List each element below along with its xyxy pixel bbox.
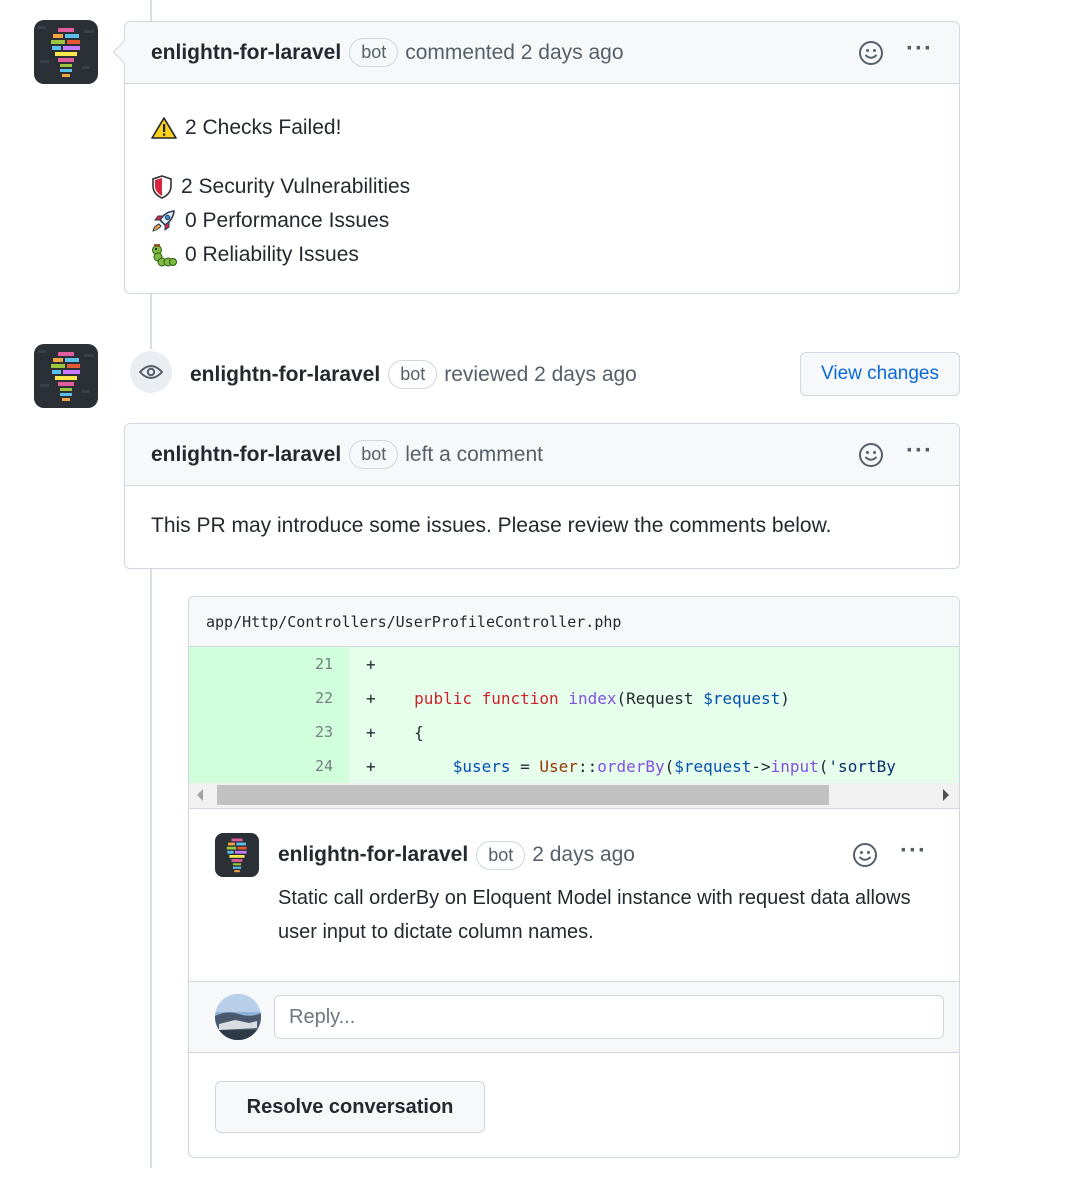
bot-avatar[interactable]: [34, 20, 98, 84]
thread-comment-text: Static call orderBy on Eloquent Model in…: [278, 887, 911, 943]
comment-author[interactable]: enlightn-for-laravel: [151, 443, 341, 467]
reliability-issues-text: 0 Reliability Issues: [185, 243, 359, 266]
diff-line: 22 + public function index(Request $requ…: [189, 681, 959, 715]
more-options-icon[interactable]: ···: [900, 839, 927, 863]
add-reaction-icon[interactable]: [858, 40, 884, 66]
comment-timestamp[interactable]: 2 days ago: [532, 843, 635, 867]
reply-row: [189, 981, 959, 1053]
resolve-conversation-button[interactable]: Resolve conversation: [215, 1081, 485, 1133]
reply-input[interactable]: [274, 995, 944, 1039]
review-timestamp[interactable]: reviewed 2 days ago: [444, 363, 637, 387]
file-path-header: app/Http/Controllers/UserProfileControll…: [189, 597, 959, 647]
diff-line: 21 +: [189, 647, 959, 681]
comment-author[interactable]: enlightn-for-laravel: [151, 41, 341, 65]
code-content: + {: [366, 722, 424, 742]
bot-avatar[interactable]: [215, 833, 259, 877]
diff-sign: +: [366, 654, 376, 674]
bot-badge: bot: [349, 440, 399, 469]
bot-avatar[interactable]: [34, 344, 98, 408]
comment-action: left a comment: [405, 442, 543, 466]
diff-line: 23 + {: [189, 715, 959, 749]
comment-author[interactable]: enlightn-for-laravel: [278, 843, 468, 867]
review-comment: enlightn-for-laravel bot left a comment …: [124, 423, 960, 569]
eye-icon: [139, 365, 163, 379]
bot-badge: bot: [349, 38, 399, 67]
review-comment-text: This PR may introduce some issues. Pleas…: [151, 514, 832, 537]
review-event-badge: [128, 349, 174, 395]
horizontal-scrollbar[interactable]: [189, 783, 959, 809]
more-options-icon[interactable]: ···: [906, 36, 933, 61]
timeline-line: [150, 294, 152, 350]
review-author[interactable]: enlightn-for-laravel: [190, 363, 380, 387]
comment-header: enlightn-for-laravel bot commented 2 day…: [112, 22, 959, 84]
issue-line: 2 Security Vulnerabilities: [151, 170, 933, 204]
warning-icon: [151, 117, 177, 139]
shield-icon: [152, 175, 172, 199]
diff-line: 24 + $users = User::orderBy($request->in…: [189, 749, 959, 783]
more-options-icon[interactable]: ···: [906, 438, 933, 463]
bot-badge: bot: [476, 840, 526, 870]
review-thread: app/Http/Controllers/UserProfileControll…: [188, 596, 960, 1158]
issue-line: 0 Reliability Issues: [151, 238, 933, 272]
user-avatar[interactable]: [215, 994, 261, 1040]
add-reaction-icon[interactable]: [852, 842, 878, 868]
caterpillar-icon: [152, 244, 177, 267]
security-issues-text: 2 Security Vulnerabilities: [181, 175, 411, 198]
scroll-thumb[interactable]: [217, 785, 829, 805]
bot-comment: enlightn-for-laravel bot commented 2 day…: [112, 21, 960, 294]
checks-failed-title: 2 Checks Failed!: [185, 116, 342, 139]
performance-issues-text: 0 Performance Issues: [185, 209, 390, 232]
view-changes-button[interactable]: View changes: [800, 352, 960, 396]
rocket-icon: [152, 210, 175, 232]
line-number[interactable]: 21: [189, 647, 349, 681]
timeline-line: [150, 568, 152, 1168]
comment-timestamp[interactable]: commented 2 days ago: [405, 41, 623, 65]
scroll-right-arrow[interactable]: [943, 789, 949, 801]
thread-comment: enlightn-for-laravel bot 2 days ago ··· …: [189, 809, 959, 949]
line-number[interactable]: 23: [189, 715, 349, 749]
add-reaction-icon[interactable]: [858, 442, 884, 468]
checks-failed-line: 2 Checks Failed!: [151, 111, 933, 145]
diff-code: 21 + 22 + public function index(Request …: [189, 647, 959, 783]
bot-badge: bot: [388, 360, 438, 389]
review-event: enlightn-for-laravel bot reviewed 2 days…: [190, 360, 637, 389]
comment-header: enlightn-for-laravel bot left a comment …: [125, 424, 959, 486]
scroll-left-arrow[interactable]: [197, 789, 203, 801]
file-path[interactable]: app/Http/Controllers/UserProfileControll…: [206, 613, 621, 631]
timeline-line: [150, 0, 152, 22]
comment-caret: [112, 40, 136, 64]
line-number[interactable]: 24: [189, 749, 349, 783]
line-number[interactable]: 22: [189, 681, 349, 715]
code-content: + public function index(Request $request…: [366, 688, 790, 708]
issue-line: 0 Performance Issues: [151, 204, 933, 238]
code-content: + $users = User::orderBy($request->input…: [366, 756, 896, 776]
